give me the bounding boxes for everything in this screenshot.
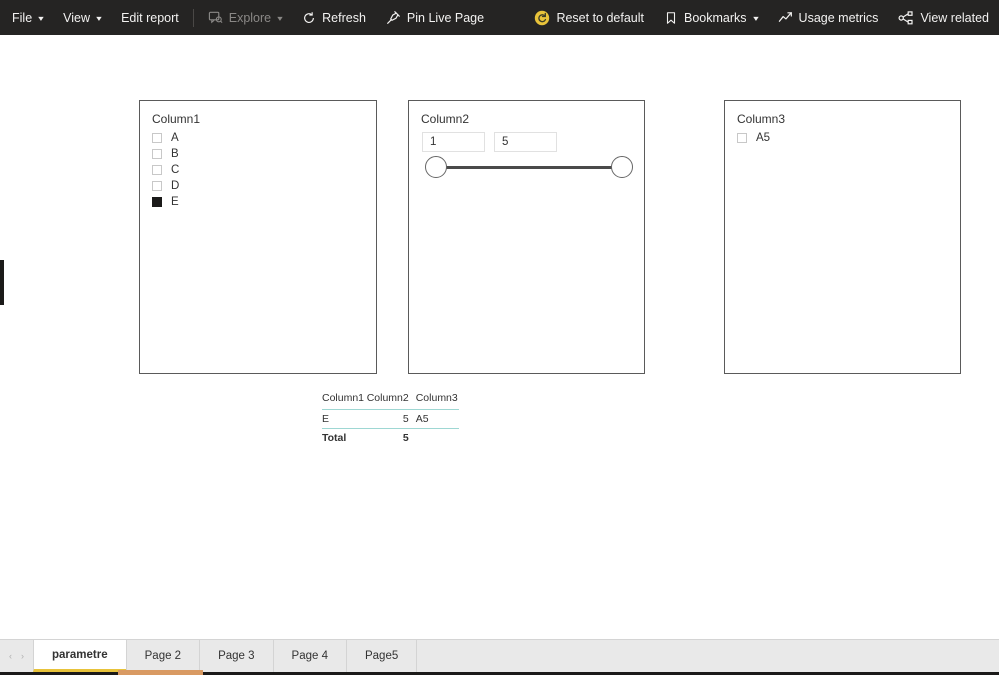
toolbar-explore-label: Explore	[228, 10, 272, 25]
table-total-row: Total 5	[322, 429, 459, 448]
table-header-column3[interactable]: Column3	[415, 392, 459, 410]
table-cell-column3: A5	[415, 409, 459, 429]
slicer-column3-list: A5	[737, 130, 952, 146]
range-min-input[interactable]: 1	[422, 132, 485, 152]
page-tab-page-2[interactable]: Page 2	[125, 640, 200, 672]
page-tab-page-5[interactable]: Page5	[345, 640, 418, 672]
slicer-item-label: D	[171, 180, 180, 192]
slicer-column1-title: Column1	[152, 112, 201, 126]
slicer-column1-list: A B C D E	[152, 130, 368, 210]
chevron-down-icon: ▾	[38, 13, 44, 23]
table-visual[interactable]: Column1 Column2 Column3 E 5 A5 Total 5	[322, 392, 459, 447]
page-tab-label: Page 4	[291, 650, 328, 662]
range-slider[interactable]	[425, 155, 633, 181]
table-total-column3	[416, 429, 459, 448]
table-row[interactable]: E 5 A5	[322, 409, 459, 429]
checkbox-checked-icon[interactable]	[152, 197, 162, 207]
range-slider-track[interactable]	[437, 166, 621, 169]
bookmark-icon	[664, 11, 678, 25]
report-canvas: Column1 A B C D E Column2 1 5 Column3 A5…	[0, 35, 999, 639]
toolbar-item-view[interactable]: View ▾	[53, 0, 111, 35]
table-total-label: Total	[322, 432, 347, 444]
explore-icon	[208, 10, 223, 25]
taskbar-accent-marker	[118, 670, 203, 675]
slicer-item-label: A5	[756, 132, 771, 144]
toolbar-item-explore: Explore ▾	[198, 0, 292, 35]
table-cell-column2: 5	[365, 409, 416, 429]
checkbox-unchecked-icon[interactable]	[152, 165, 162, 175]
reset-icon	[534, 10, 550, 26]
refresh-icon	[302, 11, 316, 25]
view-related-icon	[898, 10, 914, 26]
slicer-item-label: C	[171, 164, 180, 176]
table-header-column2[interactable]: Column2	[365, 392, 416, 410]
page-tab-filler	[417, 640, 999, 672]
range-slider-handle-min[interactable]	[425, 156, 447, 178]
toolbar-item-refresh[interactable]: Refresh	[292, 0, 376, 35]
slicer-column3-title: Column3	[737, 112, 786, 126]
page-tab-bar: ‹ › parametre Page 2 Page 3 Page 4 Page5	[0, 639, 999, 672]
slicer-column2-title: Column2	[421, 112, 470, 126]
page-nav: ‹ ›	[0, 640, 33, 672]
toolbar-refresh-label: Refresh	[322, 10, 366, 25]
toolbar-item-reset-to-default[interactable]: Reset to default	[524, 0, 654, 35]
slicer-item[interactable]: D	[152, 178, 368, 194]
page-nav-prev-icon[interactable]: ‹	[9, 651, 12, 661]
slicer-column2[interactable]: Column2 1 5	[408, 100, 645, 374]
page-tab-label: parametre	[52, 648, 108, 661]
toolbar-bookmarks-label: Bookmarks	[684, 10, 747, 25]
chevron-down-icon: ▾	[752, 13, 759, 23]
table-header-column1[interactable]: Column1	[322, 392, 366, 410]
toolbar-item-pin-live-page[interactable]: Pin Live Page	[376, 0, 494, 35]
toolbar-pin-live-page-label: Pin Live Page	[406, 10, 485, 25]
slicer-item-label: E	[171, 196, 179, 208]
toolbar-item-file[interactable]: File ▾	[0, 0, 53, 35]
toolbar-item-bookmarks[interactable]: Bookmarks ▾	[654, 0, 768, 35]
range-max-input[interactable]: 5	[494, 132, 557, 152]
slicer-item[interactable]: A5	[737, 130, 952, 146]
chevron-down-icon: ▾	[277, 13, 283, 23]
slicer-item[interactable]: B	[152, 146, 368, 162]
slicer-column1[interactable]: Column1 A B C D E	[139, 100, 377, 374]
checkbox-unchecked-icon[interactable]	[152, 181, 162, 191]
table-header-row: Column1 Column2 Column3	[322, 392, 459, 410]
page-tab-label: Page 3	[218, 650, 255, 662]
usage-metrics-icon	[778, 10, 793, 25]
page-nav-next-icon[interactable]: ›	[21, 651, 24, 661]
toolbar-item-edit-report[interactable]: Edit report	[111, 0, 189, 35]
toolbar-item-view-related[interactable]: View related	[888, 0, 999, 35]
slicer-item[interactable]: C	[152, 162, 368, 178]
toolbar-edit-report-label: Edit report	[121, 10, 179, 25]
page-tab-label: Page5	[364, 650, 399, 662]
top-toolbar: File ▾ View ▾ Edit report Explore ▾ Refr…	[0, 0, 999, 35]
toolbar-item-usage-metrics[interactable]: Usage metrics	[768, 0, 889, 35]
left-edge-marker	[0, 260, 4, 305]
page-tab-page-3[interactable]: Page 3	[199, 640, 273, 672]
page-tab-page-4[interactable]: Page 4	[272, 640, 346, 672]
toolbar-reset-to-default-label: Reset to default	[556, 10, 644, 25]
pin-icon	[386, 10, 401, 25]
toolbar-usage-metrics-label: Usage metrics	[798, 10, 879, 25]
toolbar-view-label: View	[63, 10, 91, 25]
slicer-item[interactable]: A	[152, 130, 368, 146]
table-cell-column1: E	[322, 409, 366, 429]
toolbar-separator	[192, 8, 194, 27]
checkbox-unchecked-icon[interactable]	[152, 133, 162, 143]
slicer-column3[interactable]: Column3 A5	[724, 100, 961, 374]
range-slider-handle-max[interactable]	[611, 156, 633, 178]
toolbar-file-label: File	[12, 10, 33, 25]
chevron-down-icon: ▾	[96, 13, 102, 23]
page-tab-label: Page 2	[144, 650, 182, 662]
page-tab-parametre[interactable]: parametre	[33, 640, 126, 672]
toolbar-view-related-label: View related	[920, 10, 989, 25]
slicer-item-label: B	[171, 148, 179, 160]
table-total-column2: 5	[402, 432, 409, 444]
range-inputs: 1 5	[422, 132, 557, 152]
slicer-item[interactable]: E	[152, 194, 368, 210]
slicer-item-label: A	[171, 132, 179, 144]
checkbox-unchecked-icon[interactable]	[152, 149, 162, 159]
checkbox-unchecked-icon[interactable]	[737, 133, 747, 143]
